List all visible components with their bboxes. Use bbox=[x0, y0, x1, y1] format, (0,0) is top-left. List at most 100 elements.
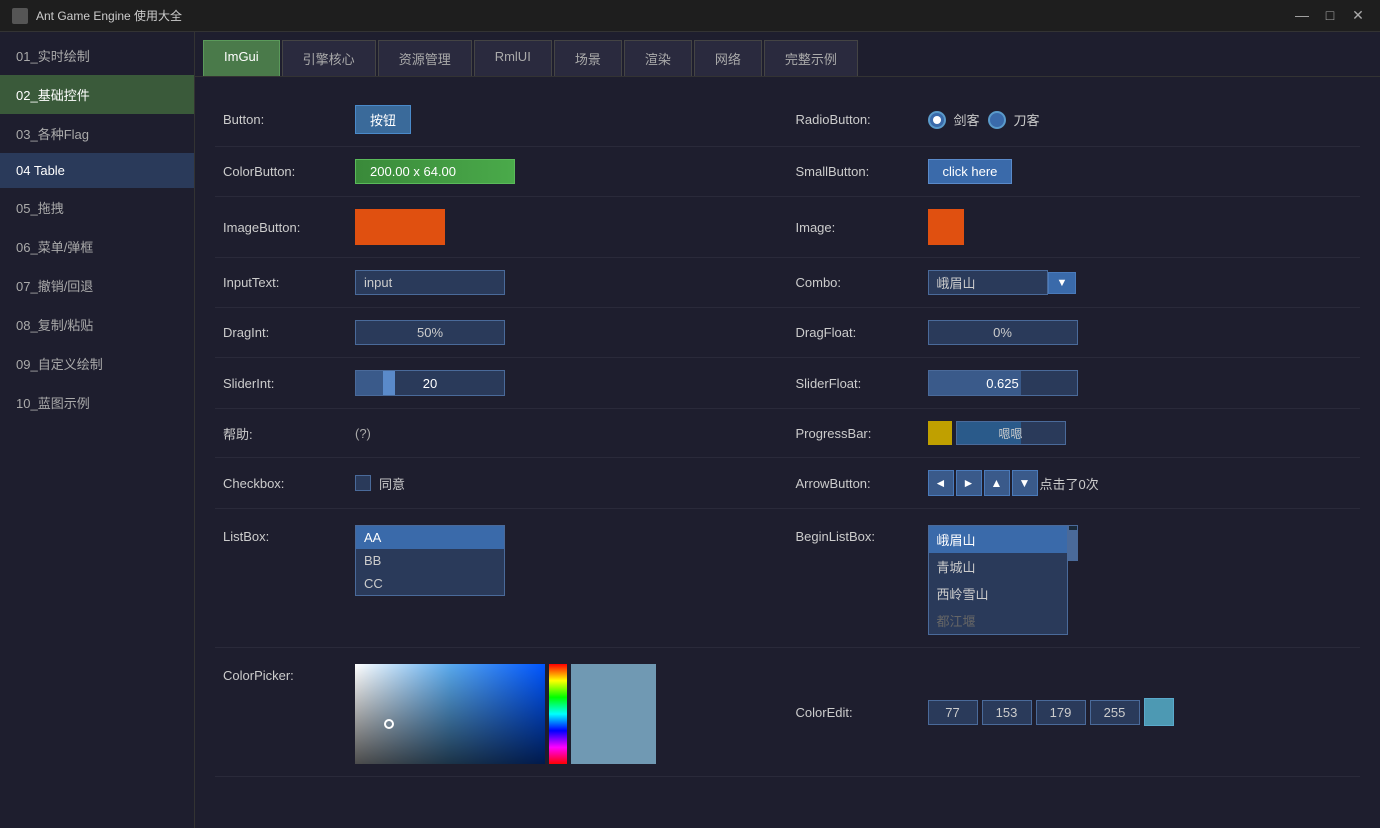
image-button[interactable] bbox=[355, 209, 445, 245]
color-edit-swatch[interactable] bbox=[1144, 698, 1174, 726]
progress-bar-label: ProgressBar: bbox=[796, 426, 916, 441]
tab-complete-example[interactable]: 完整示例 bbox=[764, 40, 858, 76]
color-edit-a[interactable] bbox=[1090, 700, 1140, 725]
main-container: 01_实时绘制 02_基础控件 03_各种Flag 04 Table 05_拖拽… bbox=[0, 32, 1380, 828]
begin-listbox-item-2[interactable]: 西岭雪山 bbox=[929, 580, 1067, 607]
listbox-scrollbar[interactable] bbox=[1068, 525, 1078, 561]
radio-label-2: 刀客 bbox=[1014, 110, 1040, 129]
listbox-item-1[interactable]: BB bbox=[356, 549, 504, 572]
listbox-item-2[interactable]: CC bbox=[356, 572, 504, 595]
sidebar-item-custom-draw[interactable]: 09_自定义绘制 bbox=[0, 344, 194, 383]
color-spectrum[interactable] bbox=[549, 664, 567, 764]
sidebar-item-basic-controls[interactable]: 02_基础控件 bbox=[0, 75, 194, 114]
button-label: Button: bbox=[223, 112, 343, 127]
color-picker-area bbox=[355, 664, 656, 764]
progress-bar: 嗯嗯 bbox=[956, 421, 1066, 445]
checkbox-row: Checkbox: 同意 bbox=[215, 458, 788, 509]
combo-input[interactable] bbox=[928, 270, 1048, 295]
tab-imgui[interactable]: ImGui bbox=[203, 40, 280, 76]
arrow-right-button[interactable]: ► bbox=[956, 470, 982, 496]
color-edit-g[interactable] bbox=[982, 700, 1032, 725]
begin-listbox-item-3[interactable]: 都江堰 bbox=[929, 607, 1067, 634]
progress-label: 嗯嗯 bbox=[957, 422, 1065, 444]
slider-int[interactable]: 20 bbox=[355, 370, 505, 396]
color-gradient[interactable] bbox=[355, 664, 545, 764]
sidebar-item-table[interactable]: 04 Table bbox=[0, 153, 194, 188]
maximize-button[interactable]: □ bbox=[1320, 7, 1340, 24]
listbox-item-0[interactable]: AA bbox=[356, 526, 504, 549]
begin-listbox-row: BeginListBox: 峨眉山 青城山 西岭雪山 都江堰 bbox=[788, 509, 1361, 648]
slider-int-label: SliderInt: bbox=[223, 376, 343, 391]
slider-float-value: 0.625 bbox=[929, 376, 1077, 391]
tab-engine-core[interactable]: 引擎核心 bbox=[282, 40, 376, 76]
slider-float-row: SliderFloat: 0.625 bbox=[788, 358, 1361, 409]
color-edit-r[interactable] bbox=[928, 700, 978, 725]
button-row: Button: 按钮 bbox=[215, 93, 788, 147]
tab-network[interactable]: 网络 bbox=[694, 40, 762, 76]
controls-grid: Button: 按钮 RadioButton: 剑客 刀客 ColorButto… bbox=[215, 93, 1360, 777]
image-row: Image: bbox=[788, 197, 1361, 258]
tab-resource[interactable]: 资源管理 bbox=[378, 40, 472, 76]
minimize-button[interactable]: — bbox=[1292, 7, 1312, 24]
close-button[interactable]: ✕ bbox=[1348, 7, 1368, 24]
color-edit-b[interactable] bbox=[1036, 700, 1086, 725]
image-button-row: ImageButton: bbox=[215, 197, 788, 258]
arrow-left-button[interactable]: ◄ bbox=[928, 470, 954, 496]
sidebar-item-undo[interactable]: 07_撤销/回退 bbox=[0, 266, 194, 305]
drag-float-label: DragFloat: bbox=[796, 325, 916, 340]
color-button-display[interactable]: 200.00 x 64.00 bbox=[355, 159, 515, 184]
tab-rmlui[interactable]: RmlUI bbox=[474, 40, 552, 76]
input-text-field[interactable] bbox=[355, 270, 505, 295]
slider-int-row: SliderInt: 20 bbox=[215, 358, 788, 409]
begin-listbox-item-1[interactable]: 青城山 bbox=[929, 553, 1067, 580]
drag-float-row: DragFloat: 0% bbox=[788, 308, 1361, 358]
drag-float-field[interactable]: 0% bbox=[928, 320, 1078, 345]
color-edit-label: ColorEdit: bbox=[796, 705, 916, 720]
tab-scene[interactable]: 场景 bbox=[554, 40, 622, 76]
radio-btn-1[interactable] bbox=[928, 111, 946, 129]
drag-int-field[interactable]: 50% bbox=[355, 320, 505, 345]
tab-render[interactable]: 渲染 bbox=[624, 40, 692, 76]
color-gradient-selector[interactable] bbox=[384, 719, 394, 729]
input-text-row: InputText: bbox=[215, 258, 788, 308]
radio-button-label: RadioButton: bbox=[796, 112, 916, 127]
radio-button-row: RadioButton: 剑客 刀客 bbox=[788, 93, 1361, 147]
sidebar-item-blueprint[interactable]: 10_蓝图示例 bbox=[0, 383, 194, 422]
arrow-up-button[interactable]: ▲ bbox=[984, 470, 1010, 496]
small-button-btn[interactable]: click here bbox=[928, 159, 1013, 184]
help-text: (?) bbox=[355, 426, 371, 441]
progress-bar-container: 嗯嗯 bbox=[928, 421, 1066, 445]
content-area: ImGui 引擎核心 资源管理 RmlUI 场景 渲染 网络 完整示例 bbox=[195, 32, 1380, 828]
progress-indicator bbox=[928, 421, 952, 445]
title-bar-controls: — □ ✕ bbox=[1292, 7, 1368, 24]
slider-int-thumb bbox=[383, 371, 395, 395]
begin-listbox[interactable]: 峨眉山 青城山 西岭雪山 都江堰 bbox=[928, 525, 1068, 635]
slider-float[interactable]: 0.625 bbox=[928, 370, 1078, 396]
progress-bar-row: ProgressBar: 嗯嗯 bbox=[788, 409, 1361, 458]
checkbox-label: Checkbox: bbox=[223, 476, 343, 491]
checkbox-input[interactable] bbox=[355, 475, 371, 491]
color-button-row: ColorButton: 200.00 x 64.00 bbox=[215, 147, 788, 197]
sidebar-item-menu[interactable]: 06_菜单/弹框 bbox=[0, 227, 194, 266]
scrollbar-thumb bbox=[1069, 530, 1077, 560]
arrow-down-button[interactable]: ▼ bbox=[1012, 470, 1038, 496]
combo-dropdown-button[interactable]: ▼ bbox=[1048, 272, 1077, 294]
sidebar-item-flags[interactable]: 03_各种Flag bbox=[0, 114, 194, 153]
color-edit-fields bbox=[928, 698, 1174, 726]
arrow-click-count: 点击了0次 bbox=[1040, 474, 1099, 493]
radio-btn-2[interactable] bbox=[988, 111, 1006, 129]
arrow-buttons: ◄ ► ▲ ▼ 点击了0次 bbox=[928, 470, 1099, 496]
color-edit-row: ColorEdit: bbox=[788, 648, 1361, 777]
combo-row: Combo: ▼ bbox=[788, 258, 1361, 308]
begin-listbox-item-0[interactable]: 峨眉山 bbox=[929, 526, 1067, 553]
slider-int-value: 20 bbox=[356, 376, 504, 391]
sidebar-item-realtime-draw[interactable]: 01_实时绘制 bbox=[0, 36, 194, 75]
help-row: 帮助: (?) bbox=[215, 409, 788, 458]
combo-label: Combo: bbox=[796, 275, 916, 290]
drag-int-row: DragInt: 50% bbox=[215, 308, 788, 358]
sidebar-item-copy[interactable]: 08_复制/粘贴 bbox=[0, 305, 194, 344]
sidebar-item-drag[interactable]: 05_拖拽 bbox=[0, 188, 194, 227]
listbox[interactable]: AA BB CC bbox=[355, 525, 505, 596]
radio-group: 剑客 刀客 bbox=[928, 110, 1040, 129]
button-btn[interactable]: 按钮 bbox=[355, 105, 411, 134]
